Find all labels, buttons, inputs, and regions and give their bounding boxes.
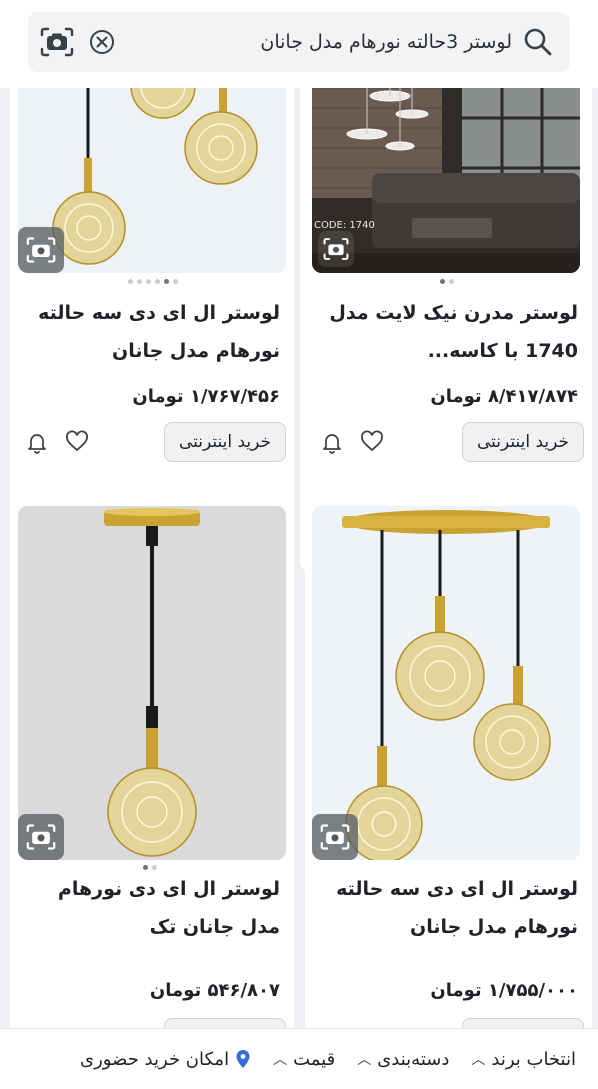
location-pin-icon xyxy=(236,1050,250,1068)
filter-bar: انتخاب برند ︿ دسته‌بندی ︿ قیمت ︿ امکان خ… xyxy=(0,1028,598,1089)
chandelier-photo xyxy=(312,506,580,860)
filter-label: امکان خرید حضوری xyxy=(80,1048,230,1070)
similar-image-button[interactable] xyxy=(18,227,64,273)
buy-online-button[interactable]: خرید اینترنتی xyxy=(462,422,584,462)
image-search-camera-icon[interactable] xyxy=(40,27,74,57)
image-dots xyxy=(440,279,454,284)
bell-icon[interactable] xyxy=(25,430,49,454)
filter-price[interactable]: قیمت ︿ xyxy=(273,1049,335,1070)
product-image[interactable]: CODE: 1740 xyxy=(312,88,580,273)
product-title[interactable]: لوستر ال ای دی نورهام مدل جانان تک xyxy=(30,870,280,946)
product-grid: CODE: 1740 لوستر مدرن نیک لایت مدل 1740 … xyxy=(0,88,598,1028)
product-price: ۱/۷۶۷/۴۵۶ تومان xyxy=(132,386,280,407)
product-title[interactable]: لوستر مدرن نیک لایت مدل 1740 با کاسه... xyxy=(328,294,578,370)
product-card[interactable]: لوستر ال ای دی نورهام مدل جانان تک ۵۴۶/۸… xyxy=(10,498,294,1028)
product-image[interactable] xyxy=(18,88,286,273)
heart-icon[interactable] xyxy=(65,430,89,454)
pendant-light-photo xyxy=(18,506,286,860)
filter-category[interactable]: دسته‌بندی ︿ xyxy=(357,1049,449,1070)
search-icon[interactable] xyxy=(522,26,554,58)
clear-search-icon[interactable] xyxy=(88,28,116,56)
bell-icon[interactable] xyxy=(320,430,344,454)
filter-label: دسته‌بندی xyxy=(377,1048,450,1070)
search-bar[interactable]: لوستر 3حالته نورهام مدل جانان xyxy=(28,12,570,72)
camera-icon xyxy=(320,824,350,850)
product-price: ۵۴۶/۸۰۷ تومان xyxy=(149,980,280,1001)
product-title[interactable]: لوستر ال ای دی سه حالته نورهام مدل جانان xyxy=(30,294,280,370)
product-price: ۸/۴۱۷/۸۷۴ تومان xyxy=(430,386,578,407)
product-code-label: CODE: 1740 xyxy=(314,220,375,231)
buy-online-button[interactable]: خرید اینترنتی xyxy=(164,422,286,462)
filter-label: قیمت xyxy=(293,1048,336,1070)
search-header: لوستر 3حالته نورهام مدل جانان xyxy=(0,0,598,88)
filter-label: انتخاب برند xyxy=(491,1048,576,1070)
buy-online-button[interactable] xyxy=(462,1018,584,1028)
chevron-up-icon: ︿ xyxy=(471,1052,486,1068)
search-query[interactable]: لوستر 3حالته نورهام مدل جانان xyxy=(116,31,512,53)
camera-icon xyxy=(323,238,349,260)
similar-image-button[interactable] xyxy=(18,814,64,860)
camera-icon xyxy=(26,824,56,850)
heart-icon[interactable] xyxy=(360,430,384,454)
similar-image-button[interactable] xyxy=(312,814,358,860)
chevron-up-icon: ︿ xyxy=(273,1052,288,1068)
image-dots xyxy=(128,279,178,284)
chevron-up-icon: ︿ xyxy=(357,1052,372,1068)
filter-brand[interactable]: انتخاب برند ︿ xyxy=(471,1049,576,1070)
product-price: ۱/۷۵۵/۰۰۰ تومان xyxy=(430,980,578,1001)
product-image[interactable] xyxy=(18,506,286,860)
buy-online-button[interactable] xyxy=(164,1018,286,1028)
camera-icon xyxy=(26,237,56,263)
similar-image-button[interactable] xyxy=(318,231,354,267)
product-image[interactable] xyxy=(312,506,580,860)
product-title[interactable]: لوستر ال ای دی سه حالته نورهام مدل جانان xyxy=(328,870,578,946)
filter-in-person-purchase[interactable]: امکان خرید حضوری xyxy=(80,1049,251,1070)
product-card[interactable]: لوستر ال ای دی سه حالته نورهام مدل جانان… xyxy=(305,498,592,1028)
